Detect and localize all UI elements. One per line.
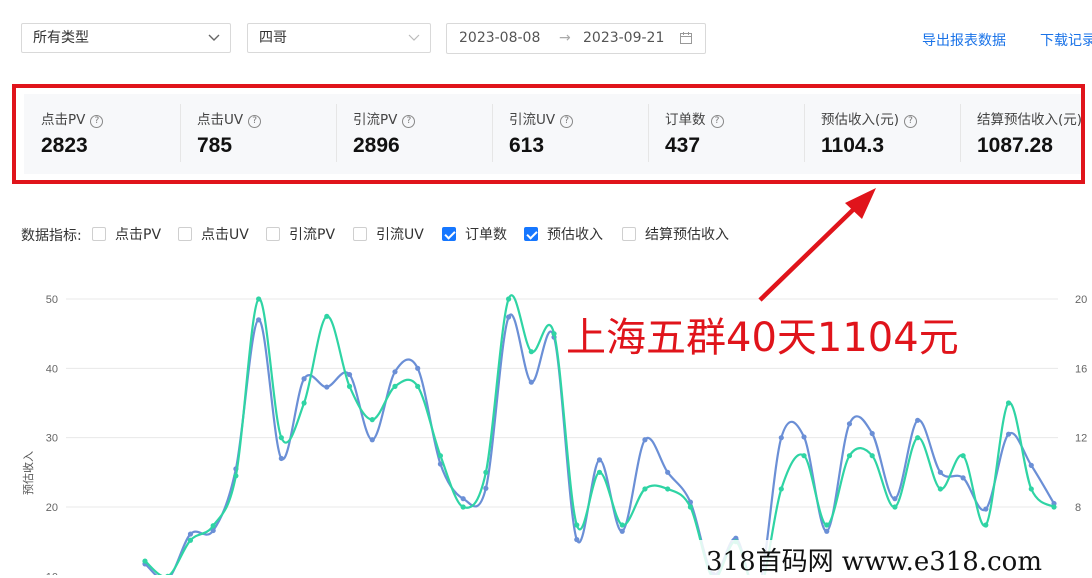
annotation-arrow: [758, 188, 876, 302]
annotation-text: 上海五群40天1104元: [566, 315, 959, 361]
watermark-text: 318首码网 www.e318.com: [706, 547, 1042, 577]
